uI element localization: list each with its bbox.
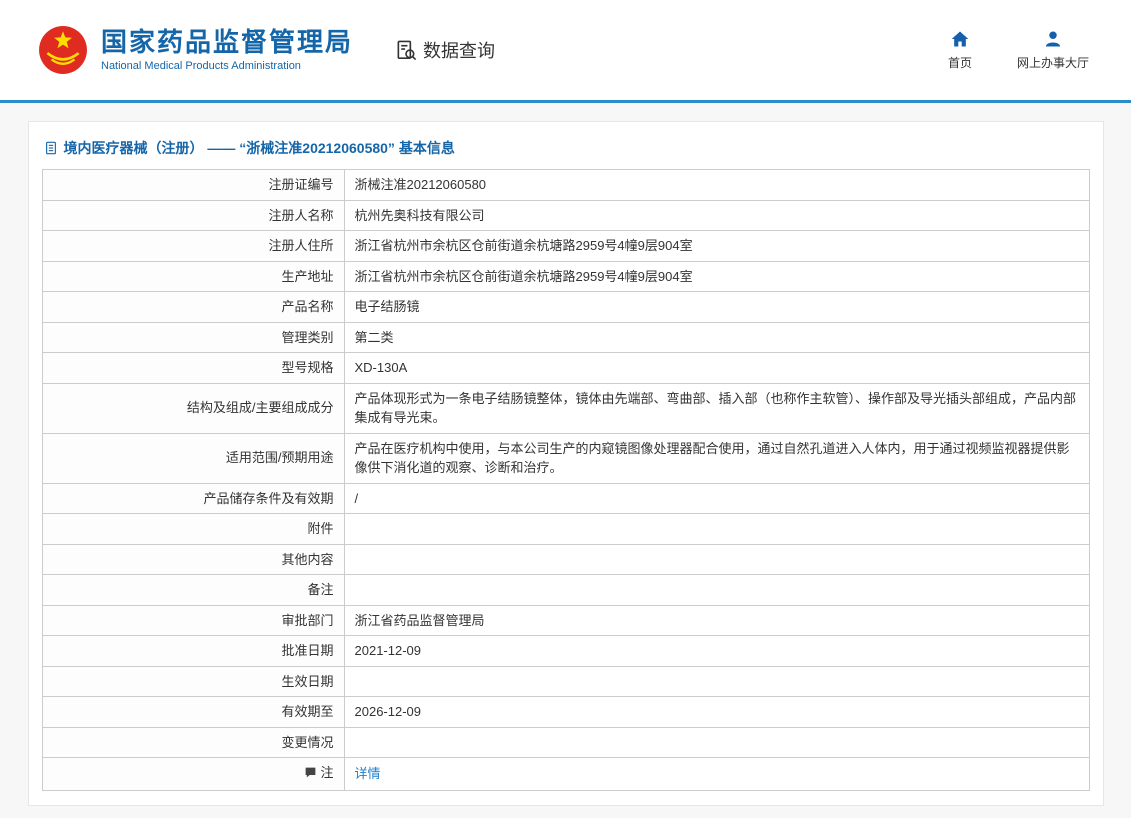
field-value: 产品在医疗机构中使用，与本公司生产的内窥镜图像处理器配合使用，通过自然孔道进入人… bbox=[343, 432, 1090, 484]
table-row: 产品名称 电子结肠镜 bbox=[41, 291, 1090, 323]
field-value bbox=[343, 543, 1090, 575]
field-label: 生产地址 bbox=[41, 260, 345, 292]
field-label: 变更情况 bbox=[41, 726, 345, 758]
header-nav: 首页 网上办事大厅 bbox=[943, 29, 1089, 71]
field-value: 2026-12-09 bbox=[343, 696, 1090, 728]
table-row: 批准日期 2021-12-09 bbox=[41, 635, 1090, 667]
field-label: 注册人住所 bbox=[41, 230, 345, 262]
page-content: 境内医疗器械（注册） —— “浙械注准20212060580” 基本信息 注册证… bbox=[0, 103, 1131, 818]
table-row: 结构及组成/主要组成成分 产品体现形式为一条电子结肠镜整体，镜体由先端部、弯曲部… bbox=[41, 382, 1090, 434]
field-label: 审批部门 bbox=[41, 604, 345, 636]
details-link[interactable]: 详情 bbox=[355, 766, 381, 781]
field-label: 其他内容 bbox=[41, 543, 345, 575]
comment-icon bbox=[304, 766, 317, 779]
org-name-en: National Medical Products Administration bbox=[101, 60, 301, 73]
table-row: 注册证编号 浙械注准20212060580 bbox=[41, 169, 1090, 201]
field-label: 注册证编号 bbox=[41, 169, 345, 201]
field-label: 备注 bbox=[41, 574, 345, 606]
field-value: 2021-12-09 bbox=[343, 635, 1090, 667]
field-label: 管理类别 bbox=[41, 321, 345, 353]
table-row: 有效期至 2026-12-09 bbox=[41, 696, 1090, 728]
field-label: 批准日期 bbox=[41, 635, 345, 667]
field-value: XD-130A bbox=[343, 352, 1090, 384]
org-name-zh: 国家药品监督管理局 bbox=[101, 26, 354, 57]
field-label: 附件 bbox=[41, 513, 345, 545]
nav-home-label: 首页 bbox=[947, 56, 972, 70]
field-label: 注册人名称 bbox=[41, 199, 345, 231]
site-header: 国家药品监督管理局 National Medical Products Admi… bbox=[0, 0, 1131, 103]
field-value: 浙械注准20212060580 bbox=[343, 169, 1090, 201]
page-title: 境内医疗器械（注册） —— “浙械注准20212060580” 基本信息 bbox=[63, 140, 455, 156]
data-query-label: 数据查询 bbox=[423, 41, 496, 61]
table-row: 适用范围/预期用途 产品在医疗机构中使用，与本公司生产的内窥镜图像处理器配合使用… bbox=[41, 432, 1090, 484]
table-row: 注册人住所 浙江省杭州市余杭区仓前街道余杭塘路2959号4幢9层904室 bbox=[41, 230, 1090, 262]
nav-hall-label: 网上办事大厅 bbox=[1016, 56, 1089, 70]
field-value bbox=[343, 665, 1090, 697]
document-search-icon bbox=[395, 39, 418, 62]
field-label: 生效日期 bbox=[41, 665, 345, 697]
field-value bbox=[343, 513, 1090, 545]
field-value: 产品体现形式为一条电子结肠镜整体，镜体由先端部、弯曲部、插入部（也称作主软管）、… bbox=[343, 382, 1090, 434]
field-value: 电子结肠镜 bbox=[343, 291, 1090, 323]
field-label: 结构及组成/主要组成成分 bbox=[41, 382, 345, 434]
table-row: 附件 bbox=[41, 513, 1090, 545]
field-value: 浙江省杭州市余杭区仓前街道余杭塘路2959号4幢9层904室 bbox=[343, 230, 1090, 262]
registration-info-panel: 境内医疗器械（注册） —— “浙械注准20212060580” 基本信息 注册证… bbox=[27, 121, 1104, 806]
field-value bbox=[343, 574, 1090, 606]
data-query-tab[interactable]: 数据查询 bbox=[395, 37, 495, 63]
table-row: 型号规格 XD-130A bbox=[41, 352, 1090, 384]
table-row: 审批部门 浙江省药品监督管理局 bbox=[41, 604, 1090, 636]
table-row: 注 详情 bbox=[41, 757, 1090, 791]
table-row: 生产地址 浙江省杭州市余杭区仓前街道余杭塘路2959号4幢9层904室 bbox=[41, 260, 1090, 292]
panel-title: 境内医疗器械（注册） —— “浙械注准20212060580” 基本信息 bbox=[42, 129, 1090, 169]
document-icon bbox=[44, 141, 58, 155]
field-label: 型号规格 bbox=[41, 352, 345, 384]
nav-item-service-hall[interactable]: 网上办事大厅 bbox=[1017, 29, 1089, 71]
field-label: 产品名称 bbox=[41, 291, 345, 323]
field-value bbox=[343, 726, 1090, 758]
table-row: 备注 bbox=[41, 574, 1090, 606]
nav-item-home[interactable]: 首页 bbox=[943, 29, 977, 71]
table-row: 注册人名称 杭州先奥科技有限公司 bbox=[41, 199, 1090, 231]
registration-info-table: 注册证编号 浙械注准20212060580 注册人名称 杭州先奥科技有限公司 注… bbox=[41, 169, 1090, 791]
table-row: 管理类别 第二类 bbox=[41, 321, 1090, 353]
field-label: 产品储存条件及有效期 bbox=[41, 482, 345, 514]
field-label: 有效期至 bbox=[41, 696, 345, 728]
field-value: 第二类 bbox=[343, 321, 1090, 353]
field-value: 浙江省药品监督管理局 bbox=[343, 604, 1090, 636]
user-icon bbox=[1043, 29, 1063, 49]
table-row: 其他内容 bbox=[41, 543, 1090, 575]
field-label-note: 注 bbox=[41, 757, 345, 791]
field-value: 浙江省杭州市余杭区仓前街道余杭塘路2959号4幢9层904室 bbox=[343, 260, 1090, 292]
field-label: 适用范围/预期用途 bbox=[41, 432, 345, 484]
header-branding: 国家药品监督管理局 National Medical Products Admi… bbox=[38, 25, 495, 75]
table-row: 生效日期 bbox=[41, 665, 1090, 697]
org-title-block: 国家药品监督管理局 National Medical Products Admi… bbox=[101, 26, 354, 73]
table-row: 变更情况 bbox=[41, 726, 1090, 758]
nmpa-logo bbox=[38, 25, 88, 75]
home-icon bbox=[950, 29, 970, 49]
field-value-note: 详情 bbox=[343, 757, 1090, 791]
field-value: / bbox=[343, 482, 1090, 514]
table-row: 产品储存条件及有效期 / bbox=[41, 482, 1090, 514]
field-value: 杭州先奥科技有限公司 bbox=[343, 199, 1090, 231]
